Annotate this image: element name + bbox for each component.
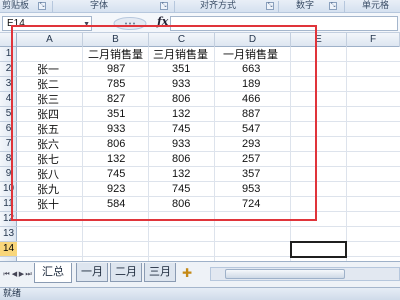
ribbon-group-font: 字体 xyxy=(90,1,109,11)
alignment-dialog-launcher-icon[interactable]: ⤡ xyxy=(266,2,274,10)
sheet-tab-summary[interactable]: 汇总 xyxy=(34,263,72,283)
ribbon-group-alignment: 对齐方式 xyxy=(200,1,237,11)
status-bar: 就绪 xyxy=(0,287,400,300)
ribbon-group-cells: 单元格 xyxy=(362,1,390,11)
active-cell-selection[interactable] xyxy=(290,241,347,258)
sheet-tab-january[interactable]: 一月 xyxy=(76,263,108,282)
row-header-13[interactable]: 13 xyxy=(0,227,17,242)
clipboard-dialog-launcher-icon[interactable]: ⤡ xyxy=(38,2,46,10)
gridline xyxy=(346,47,347,261)
number-dialog-launcher-icon[interactable]: ⤡ xyxy=(329,2,337,10)
row-header-14[interactable]: 14 xyxy=(0,242,17,257)
sheet-tab-bar: ⏮ ◀ ▶ ⏭ 汇总 一月 二月 三月 ✚ xyxy=(0,261,400,287)
ribbon-separator xyxy=(52,1,53,12)
ribbon-separator xyxy=(344,1,345,12)
ribbon-group-clipboard: 剪贴板 xyxy=(2,1,30,11)
last-sheet-icon[interactable]: ⏭ xyxy=(24,268,33,280)
insert-sheet-icon[interactable]: ✚ xyxy=(178,265,196,281)
ribbon-separator xyxy=(174,1,175,12)
annotation-box-table xyxy=(11,25,317,221)
horizontal-scroll-thumb[interactable] xyxy=(225,269,345,279)
status-text: 就绪 xyxy=(3,289,22,299)
font-dialog-launcher-icon[interactable]: ⤡ xyxy=(160,2,168,10)
ribbon-group-bar: 剪贴板 ⤡ 字体 ⤡ 对齐方式 ⤡ 数字 ⤡ 单元格 xyxy=(0,0,400,13)
sheet-tab-february[interactable]: 二月 xyxy=(110,263,142,282)
column-header-f[interactable]: F xyxy=(347,33,400,47)
horizontal-scrollbar[interactable] xyxy=(210,267,400,281)
sheet-tab-march[interactable]: 三月 xyxy=(144,263,176,282)
ribbon-group-number: 数字 xyxy=(296,1,315,11)
ribbon-separator xyxy=(278,1,279,12)
